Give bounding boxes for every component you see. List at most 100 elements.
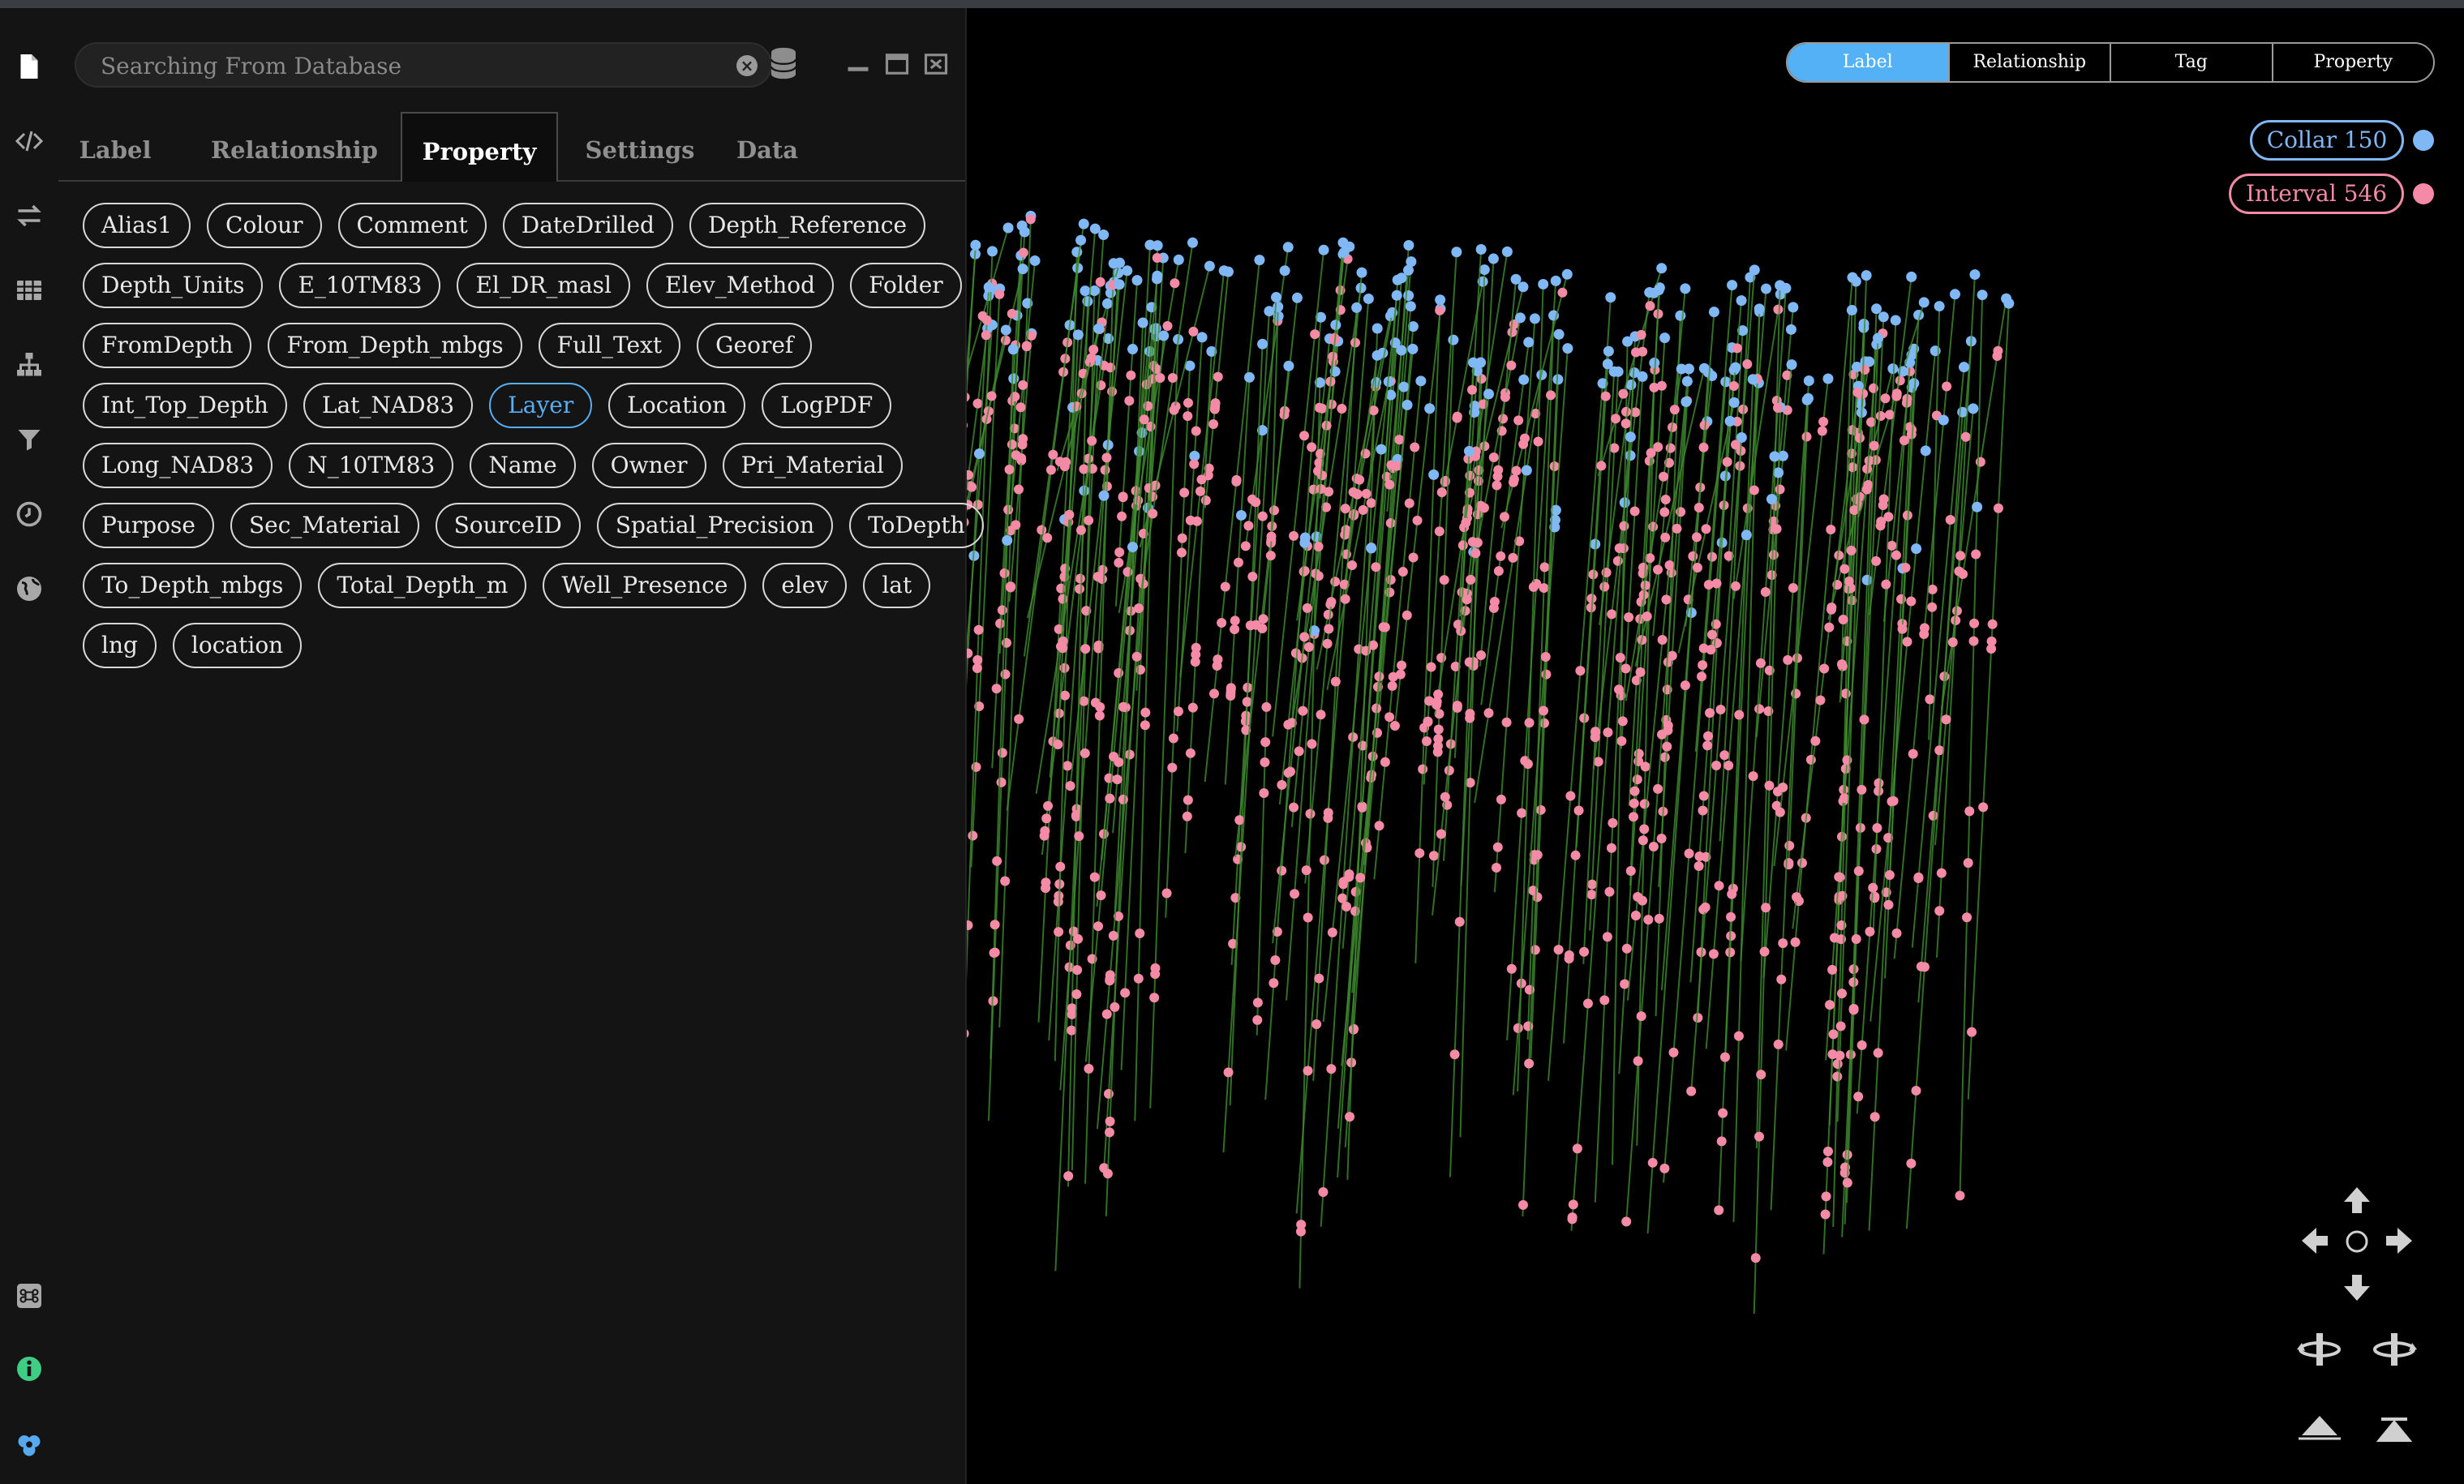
collar-node[interactable] [1002,534,1013,546]
interval-node[interactable] [1606,843,1616,853]
interval-node[interactable] [1493,465,1504,475]
interval-node[interactable] [1821,1191,1831,1202]
interval-node[interactable] [1124,396,1135,406]
interval-node[interactable] [1750,1253,1761,1263]
interval-node[interactable] [996,777,1007,787]
interval-node[interactable] [1105,970,1115,980]
interval-node[interactable] [989,948,999,959]
interval-node[interactable] [1630,911,1641,921]
interval-node[interactable] [1906,596,1917,607]
interval-node[interactable] [1616,736,1627,746]
collar-node[interactable] [1243,371,1255,383]
interval-node[interactable] [1384,712,1395,723]
collar-node[interactable] [1861,270,1872,281]
collar-node[interactable] [1075,234,1087,246]
interval-node[interactable] [1461,517,1471,528]
interval-node[interactable] [1724,761,1734,771]
interval-node[interactable] [1913,872,1924,882]
interval-node[interactable] [1978,802,1989,813]
interval-node[interactable] [1702,740,1713,751]
collar-node[interactable] [1078,218,1089,229]
interval-node[interactable] [1659,752,1670,762]
interval-node[interactable] [1007,440,1017,450]
interval-node[interactable] [1226,688,1236,698]
collar-node[interactable] [1766,494,1777,505]
interval-node[interactable] [1668,1047,1679,1057]
interval-node[interactable] [1188,326,1199,337]
interval-node[interactable] [1492,862,1502,873]
interval-node[interactable] [1337,893,1348,903]
collar-node[interactable] [1523,337,1535,348]
interval-node[interactable] [1691,532,1702,543]
interval-node[interactable] [1878,500,1888,510]
interval-node[interactable] [1714,881,1724,891]
interval-node[interactable] [1630,347,1641,358]
interval-node[interactable] [1014,714,1024,724]
interval-node[interactable] [1880,393,1891,404]
interval-node[interactable] [1179,487,1190,498]
interval-node[interactable] [1731,581,1741,591]
interval-node[interactable] [1058,636,1068,646]
interval-node[interactable] [973,624,984,635]
interval-node[interactable] [1294,746,1304,757]
collar-node[interactable] [1637,371,1648,382]
interval-node[interactable] [1513,1023,1523,1033]
interval-node[interactable] [1318,1186,1329,1197]
interval-node[interactable] [1314,973,1324,984]
collar-node[interactable] [1363,293,1374,304]
interval-node[interactable] [1968,636,1979,646]
interval-node[interactable] [1528,581,1539,592]
interval-node[interactable] [1895,375,1905,386]
interval-node[interactable] [1424,696,1435,706]
interval-node[interactable] [1101,452,1112,463]
close-panel-icon[interactable] [923,52,949,76]
interval-node[interactable] [1599,581,1610,592]
interval-node[interactable] [1018,434,1028,444]
interval-node[interactable] [1897,624,1908,634]
interval-node[interactable] [1629,786,1640,796]
rotate-right-icon[interactable] [2370,1330,2419,1369]
interval-node[interactable] [1295,1226,1306,1237]
interval-node[interactable] [1715,705,1726,715]
interval-node[interactable] [1007,308,1017,319]
interval-node[interactable] [1532,850,1543,860]
interval-node[interactable] [1869,1112,1880,1122]
interval-node[interactable] [1423,717,1433,727]
interval-node[interactable] [1846,545,1857,555]
collar-node[interactable] [1122,265,1133,277]
collar-node[interactable] [1279,265,1290,277]
interval-node[interactable] [1638,835,1648,846]
property-chip[interactable]: SourceID [435,503,581,548]
interval-node[interactable] [1539,583,1549,594]
collar-node[interactable] [1529,313,1540,324]
collar-node[interactable] [1801,394,1813,405]
interval-node[interactable] [972,663,982,673]
interval-node[interactable] [1233,557,1243,568]
collar-node[interactable] [1019,226,1030,238]
interval-node[interactable] [1693,860,1704,871]
interval-node[interactable] [1706,629,1717,640]
interval-node[interactable] [1865,926,1875,937]
interval-node[interactable] [1062,761,1073,771]
interval-node[interactable] [1139,414,1149,425]
interval-node[interactable] [1191,516,1202,526]
interval-node[interactable] [994,289,1005,299]
interval-node[interactable] [1698,660,1708,671]
interval-node[interactable] [1818,416,1829,427]
interval-node[interactable] [1888,796,1899,806]
collar-node[interactable] [1741,530,1752,541]
interval-node[interactable] [1167,373,1178,384]
collar-node[interactable] [1949,289,1960,300]
interval-node[interactable] [1015,402,1026,413]
interval-node[interactable] [1645,301,1655,311]
pan-left-icon[interactable] [2302,1228,2328,1254]
interval-node[interactable] [1969,618,1980,628]
interval-node[interactable] [1648,841,1659,851]
interval-node[interactable] [1337,404,1347,414]
interval-node[interactable] [1418,764,1428,774]
interval-node[interactable] [1414,848,1425,859]
interval-node[interactable] [1805,754,1816,765]
collar-node[interactable] [1871,303,1882,315]
collar-node[interactable] [1235,509,1247,521]
interval-node[interactable] [1380,622,1390,633]
